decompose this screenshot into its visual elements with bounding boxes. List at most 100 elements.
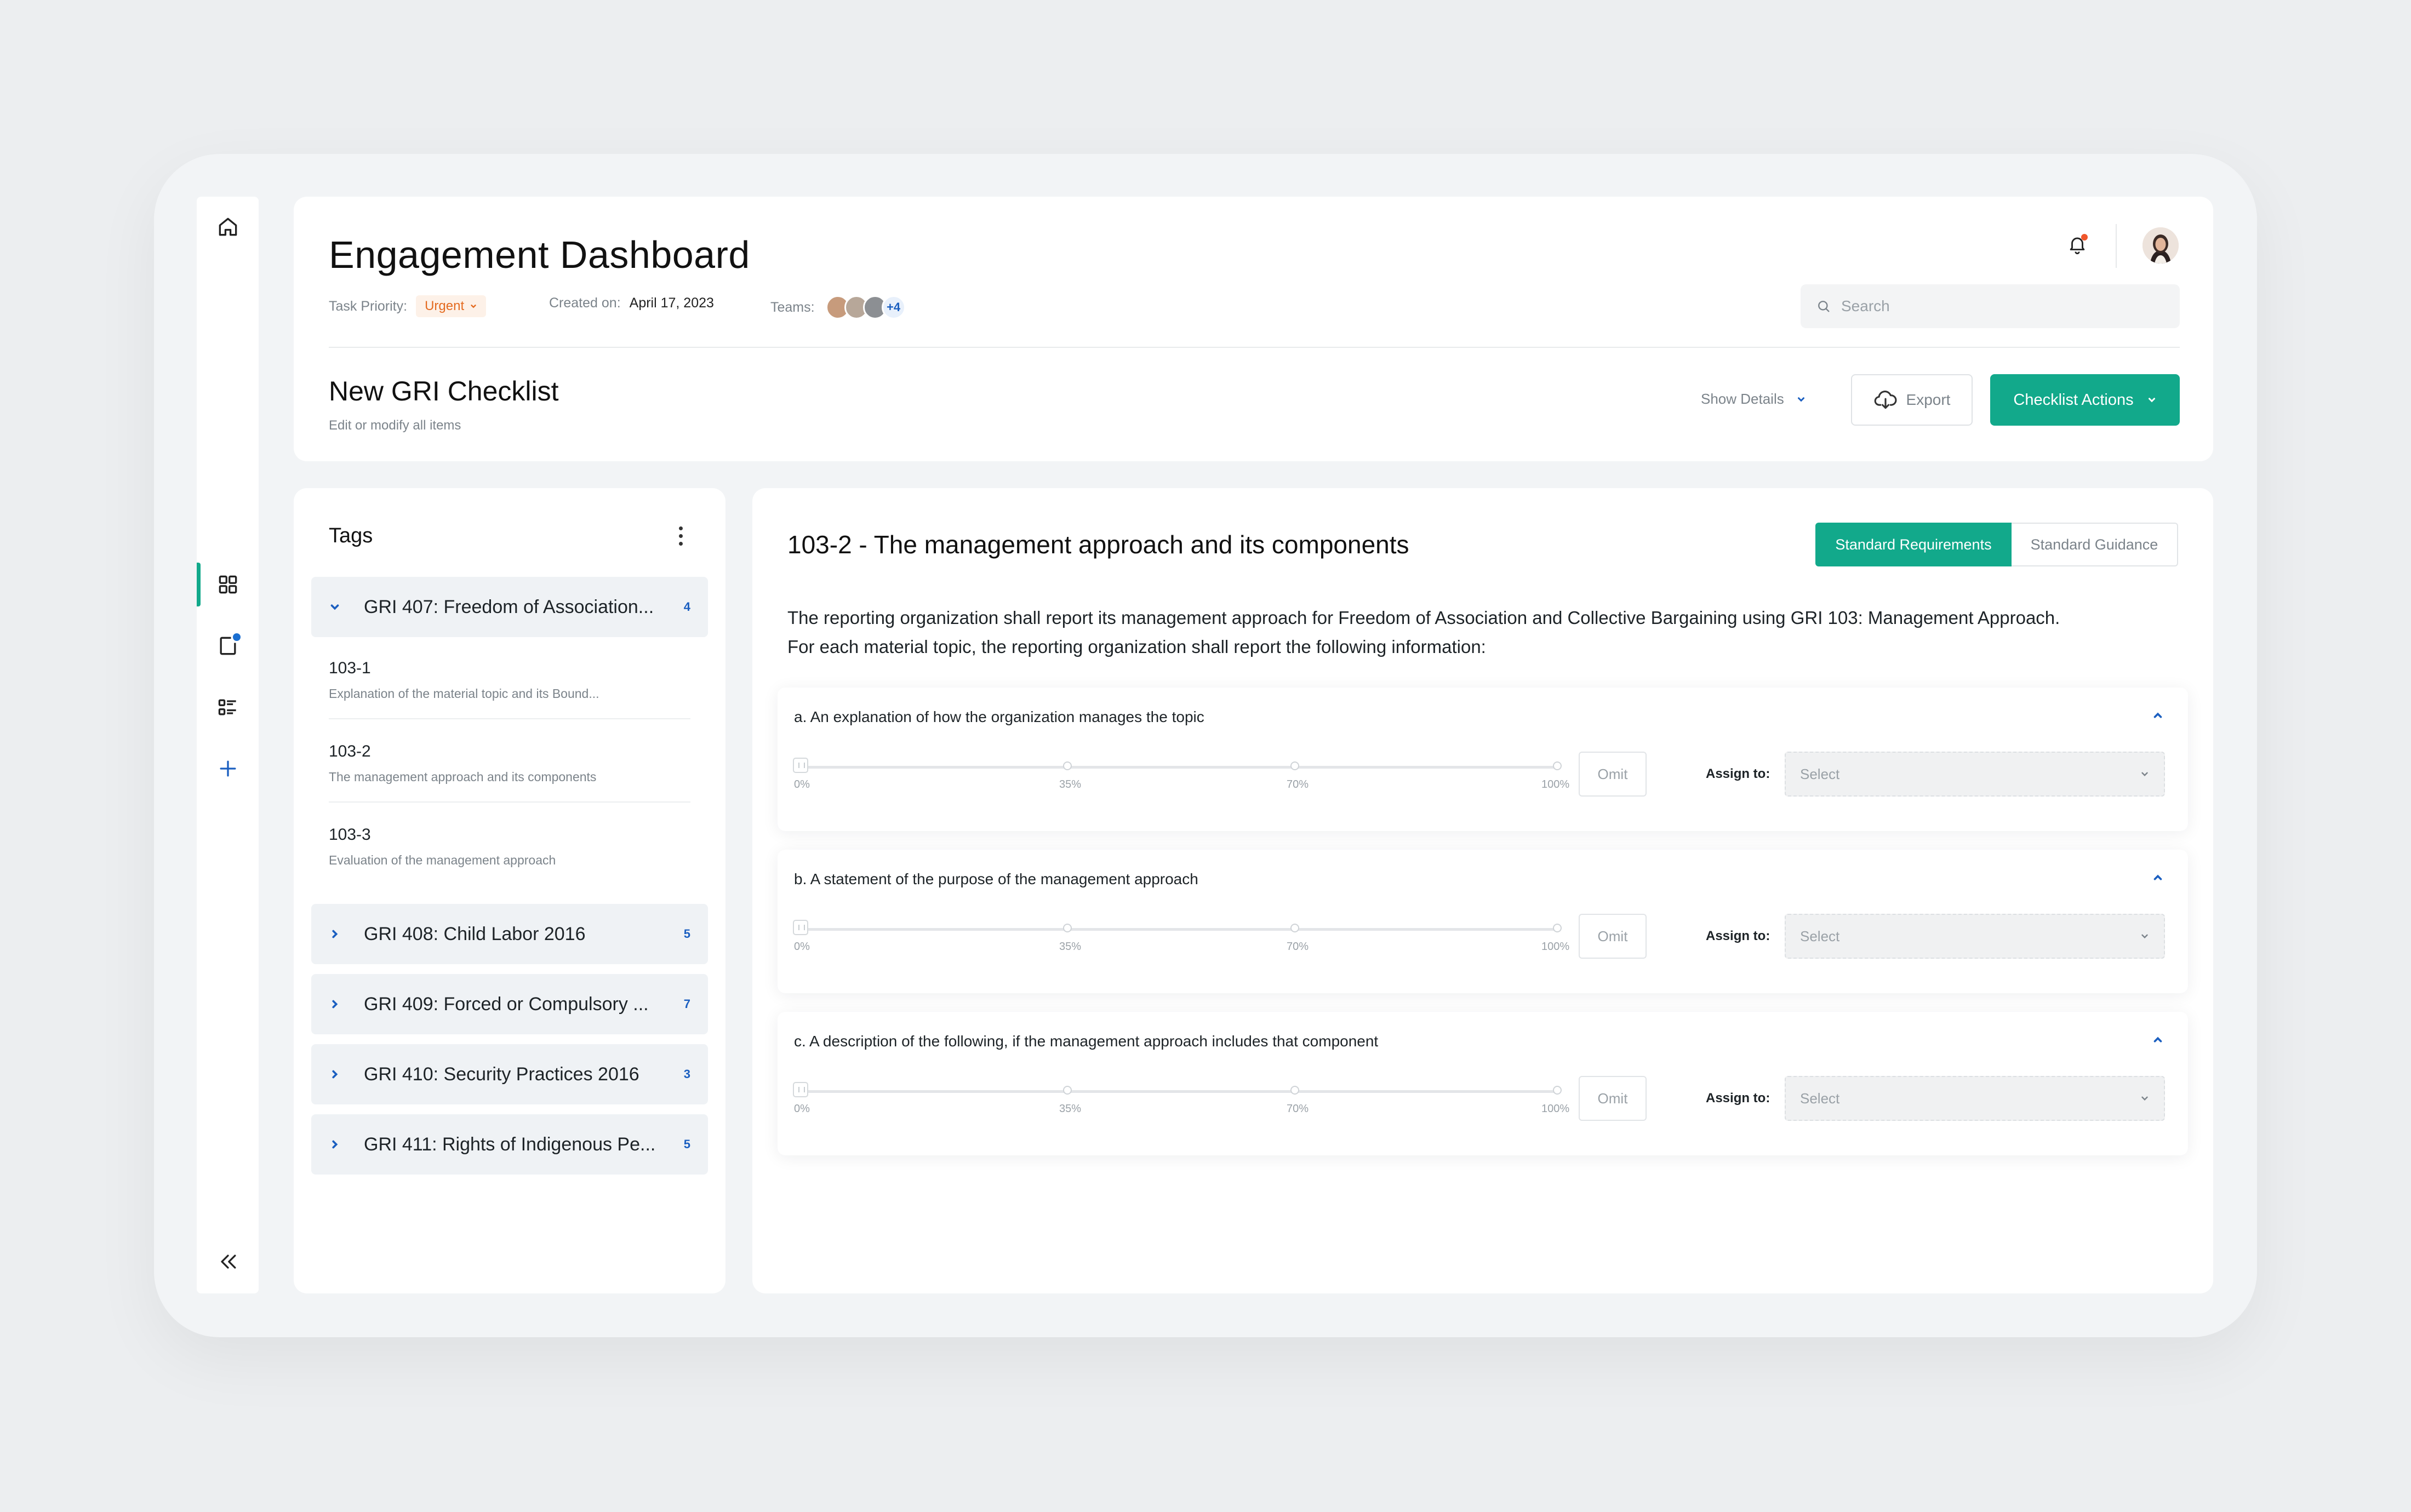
slider-tick bbox=[1063, 1086, 1072, 1095]
requirement-item: b. A statement of the purpose of the man… bbox=[778, 850, 2188, 993]
created-label: Created on: bbox=[549, 295, 621, 311]
tag-group-name: GRI 411: Rights of Indigenous Pe... bbox=[364, 1133, 656, 1155]
created-value: April 17, 2023 bbox=[629, 295, 714, 311]
tag-group-count: 3 bbox=[683, 1067, 690, 1081]
document-icon[interactable] bbox=[209, 627, 247, 665]
slider-handle[interactable] bbox=[793, 920, 808, 935]
divider bbox=[2116, 224, 2117, 268]
slider-tick bbox=[1290, 1086, 1299, 1095]
priority-value: Urgent bbox=[425, 299, 465, 313]
chevron-down-icon bbox=[329, 601, 345, 613]
tag-group[interactable]: GRI 408: Child Labor 2016 5 bbox=[311, 904, 708, 964]
tag-item[interactable]: 103-3 Evaluation of the management appro… bbox=[329, 826, 690, 868]
priority-label: Task Priority: bbox=[329, 298, 408, 314]
progress-slider[interactable]: 0% 35% 70% 100% bbox=[793, 1082, 1569, 1115]
standard-toggle: Standard Requirements Standard Guidance bbox=[1815, 523, 2178, 566]
tag-item-desc: The management approach and its componen… bbox=[329, 770, 597, 784]
team-more-badge: +4 bbox=[881, 295, 906, 319]
team-avatars[interactable]: +4 bbox=[825, 295, 906, 319]
show-details-label: Show Details bbox=[1701, 391, 1784, 407]
slider-label: 35% bbox=[1059, 778, 1082, 791]
slider-track bbox=[796, 928, 1558, 931]
assign-select[interactable]: Select bbox=[1785, 1076, 2165, 1121]
omit-button[interactable]: Omit bbox=[1579, 752, 1647, 797]
progress-slider[interactable]: 0% 35% 70% 100% bbox=[793, 758, 1569, 791]
teams: Teams: +4 bbox=[770, 295, 906, 319]
chevron-down-icon bbox=[2141, 934, 2148, 938]
export-label: Export bbox=[1906, 391, 1951, 408]
checklist-actions-button[interactable]: Checklist Actions bbox=[1990, 374, 2180, 426]
tag-group[interactable]: GRI 411: Rights of Indigenous Pe... 5 bbox=[311, 1114, 708, 1175]
tag-group-name: GRI 409: Forced or Compulsory ... bbox=[364, 993, 649, 1015]
omit-button[interactable]: Omit bbox=[1579, 1076, 1647, 1121]
intro-line: For each material topic, the reporting o… bbox=[787, 637, 1486, 657]
list-icon[interactable] bbox=[209, 688, 247, 726]
tags-panel: Tags GRI 407: Freedom of Association... … bbox=[294, 488, 725, 1293]
select-placeholder: Select bbox=[1800, 1090, 1840, 1107]
chevron-right-icon bbox=[329, 928, 345, 940]
slider-label: 35% bbox=[1059, 1103, 1082, 1115]
checklist-actions-label: Checklist Actions bbox=[2013, 391, 2134, 409]
chevron-down-icon bbox=[2141, 772, 2148, 776]
bell-icon[interactable] bbox=[2063, 230, 2092, 259]
chevron-up-icon[interactable] bbox=[2150, 1032, 2166, 1048]
chevron-right-icon bbox=[329, 1068, 345, 1080]
notification-dot bbox=[233, 633, 241, 641]
home-icon[interactable] bbox=[209, 208, 247, 246]
tag-item-desc: Evaluation of the management approach bbox=[329, 853, 556, 867]
grid-icon[interactable] bbox=[209, 565, 247, 604]
assign-select[interactable]: Select bbox=[1785, 914, 2165, 959]
chevron-up-icon[interactable] bbox=[2150, 869, 2166, 886]
checklist-subtitle: Edit or modify all items bbox=[329, 418, 461, 433]
tag-item-code: 103-3 bbox=[329, 826, 371, 844]
sidebar bbox=[197, 197, 259, 1293]
tag-group-count: 5 bbox=[683, 1137, 690, 1151]
kebab-icon[interactable] bbox=[670, 521, 692, 551]
search-input[interactable]: Search bbox=[1801, 284, 2180, 328]
page-title: Engagement Dashboard bbox=[329, 233, 750, 276]
omit-button[interactable]: Omit bbox=[1579, 914, 1647, 959]
tag-item[interactable]: 103-2 The management approach and its co… bbox=[329, 742, 690, 784]
slider-handle[interactable] bbox=[793, 758, 808, 773]
search-icon bbox=[1818, 301, 1830, 312]
requirement-item: c. A description of the following, if th… bbox=[778, 1012, 2188, 1155]
chevron-up-icon[interactable] bbox=[2150, 707, 2166, 724]
slider-handle[interactable] bbox=[793, 1082, 808, 1097]
slider-tick bbox=[1553, 761, 1562, 770]
show-details-toggle[interactable]: Show Details bbox=[1701, 391, 1806, 408]
slider-label: 0% bbox=[794, 778, 810, 791]
assign-label: Assign to: bbox=[1706, 1091, 1770, 1106]
tag-item-code: 103-2 bbox=[329, 742, 371, 760]
priority-dropdown[interactable]: Urgent bbox=[416, 295, 487, 317]
plus-icon[interactable] bbox=[209, 749, 247, 788]
slider-label: 100% bbox=[1541, 778, 1570, 791]
tag-group-count: 4 bbox=[683, 600, 690, 614]
tag-group[interactable]: GRI 409: Forced or Compulsory ... 7 bbox=[311, 974, 708, 1034]
created-on: Created on: April 17, 2023 bbox=[549, 295, 714, 311]
slider-label: 35% bbox=[1059, 941, 1082, 953]
progress-slider[interactable]: 0% 35% 70% 100% bbox=[793, 920, 1569, 953]
chevron-down-icon bbox=[1797, 397, 1804, 402]
tag-group[interactable]: GRI 410: Security Practices 2016 3 bbox=[311, 1044, 708, 1104]
tab-standard-requirements[interactable]: Standard Requirements bbox=[1815, 523, 2012, 566]
search-placeholder: Search bbox=[1841, 297, 1890, 314]
tab-standard-guidance[interactable]: Standard Guidance bbox=[2012, 523, 2178, 566]
divider bbox=[329, 718, 690, 719]
select-placeholder: Select bbox=[1800, 765, 1840, 782]
divider bbox=[329, 347, 2180, 348]
assign-label: Assign to: bbox=[1706, 766, 1770, 781]
export-button[interactable]: Export bbox=[1851, 374, 1973, 426]
chevron-right-icon bbox=[329, 1138, 345, 1150]
avatar[interactable] bbox=[2143, 227, 2179, 264]
assign-select[interactable]: Select bbox=[1785, 752, 2165, 797]
tag-item-desc: Explanation of the material topic and it… bbox=[329, 686, 599, 701]
slider-track bbox=[796, 766, 1558, 769]
tag-group[interactable]: GRI 407: Freedom of Association... 4 bbox=[311, 577, 708, 637]
collapse-icon[interactable] bbox=[209, 1242, 247, 1281]
intro-line: The reporting organization shall report … bbox=[787, 608, 2060, 628]
tag-item[interactable]: 103-1 Explanation of the material topic … bbox=[329, 659, 690, 701]
task-priority: Task Priority: Urgent bbox=[329, 295, 487, 317]
slider-tick bbox=[1290, 924, 1299, 932]
tag-group-name: GRI 410: Security Practices 2016 bbox=[364, 1063, 639, 1085]
slider-tick bbox=[1063, 924, 1072, 932]
